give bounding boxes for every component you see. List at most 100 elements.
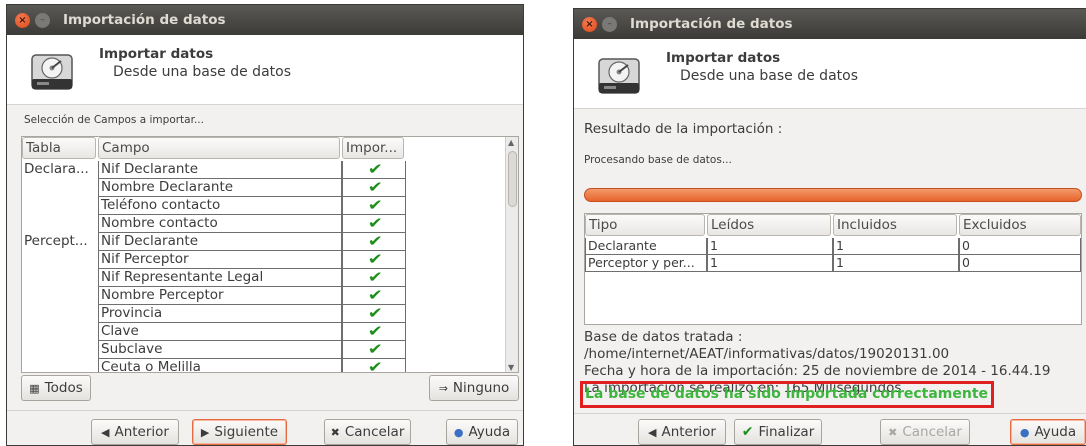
cell-tipo[interactable]: Perceptor y per... (585, 255, 707, 272)
import-datetime: Fecha y hora de la importación: 25 de no… (584, 363, 1051, 379)
cell-tabla (22, 251, 98, 269)
import-dialog-fields: × – Importación de datos Importar datos … (6, 4, 524, 446)
header-title: Importar datos (666, 50, 781, 66)
arrow-left-icon: ◀ (648, 425, 657, 439)
cell-tabla (22, 323, 98, 341)
column-header-tabla[interactable]: Tabla (22, 137, 96, 159)
cancel-icon: ✖ (330, 425, 340, 439)
import-checkbox[interactable]: ✔ (342, 341, 406, 359)
cell-leidos[interactable]: 1 (707, 238, 833, 255)
column-header-incluidos[interactable]: Incluidos (833, 214, 957, 236)
column-header-importar[interactable]: Impor... (342, 137, 404, 159)
window-title: Importación de datos (630, 16, 793, 32)
cell-campo[interactable]: Nif Declarante (98, 233, 342, 251)
cell-campo[interactable]: Ceuta o Melilla (98, 359, 342, 372)
cell-excluidos[interactable]: 0 (959, 255, 1081, 272)
scroll-up-icon[interactable]: ▲ (508, 138, 514, 147)
cell-campo[interactable]: Nombre Declarante (98, 179, 342, 197)
finish-button[interactable]: ✔ Finalizar (734, 419, 822, 445)
cell-tabla: Percept... (24, 233, 88, 249)
minimize-icon[interactable]: – (35, 12, 50, 28)
cell-campo[interactable]: Nif Declarante (98, 161, 342, 179)
previous-button[interactable]: ◀ Anterior (91, 419, 179, 445)
db-label: Base de datos tratada : (584, 329, 743, 345)
cell-tabla (22, 179, 98, 197)
import-checkbox[interactable]: ✔ (342, 197, 406, 215)
select-none-button[interactable]: ⇒ Ninguno (429, 375, 519, 401)
import-checkbox[interactable]: ✔ (342, 215, 406, 233)
import-checkbox[interactable]: ✔ (342, 323, 406, 341)
vertical-scrollbar[interactable]: ▲ ▼ (505, 137, 518, 372)
next-label: Siguiente (214, 424, 279, 440)
import-checkbox[interactable]: ✔ (342, 287, 406, 305)
help-label: Ayuda (468, 424, 511, 440)
select-all-label: Todos (44, 380, 83, 396)
cancel-button[interactable]: ✖ Cancelar (880, 419, 970, 445)
next-button[interactable]: ▶ Siguiente (192, 419, 287, 445)
cell-incluidos[interactable]: 1 (833, 238, 959, 255)
cell-excluidos[interactable]: 0 (959, 238, 1081, 255)
column-header-leidos[interactable]: Leídos (707, 214, 831, 236)
hard-drive-icon (31, 54, 73, 90)
close-icon[interactable]: × (15, 12, 30, 28)
import-checkbox[interactable]: ✔ (342, 251, 406, 269)
cell-incluidos[interactable]: 1 (833, 255, 959, 272)
cell-campo[interactable]: Nif Representante Legal (98, 269, 342, 287)
import-checkbox[interactable]: ✔ (342, 359, 406, 373)
checkmark-icon: ✔ (367, 287, 383, 304)
dialog-header: Importar datos Desde una base de datos (574, 39, 1086, 109)
select-all-button[interactable]: ▦ Todos (21, 375, 91, 401)
cancel-label: Cancelar (344, 424, 405, 440)
title-bar: × – Importación de datos (574, 9, 1086, 39)
checkmark-icon: ✔ (367, 323, 383, 340)
import-checkbox[interactable]: ✔ (342, 233, 406, 251)
cell-campo[interactable]: Subclave (98, 341, 342, 359)
help-icon: ● (1019, 425, 1030, 439)
column-header-campo[interactable]: Campo (98, 137, 340, 159)
cell-campo[interactable]: Nombre contacto (98, 215, 342, 233)
cell-campo[interactable]: Nombre Perceptor (98, 287, 342, 305)
import-dialog-result: × – Importación de datos Importar datos … (573, 8, 1086, 446)
arrow-right-icon: ▶ (200, 425, 210, 439)
arrow-left-icon: ◀ (101, 425, 110, 439)
cell-tipo[interactable]: Declarante (585, 238, 707, 255)
check-icon: ✔ (741, 424, 754, 440)
select-none-label: Ninguno (452, 380, 510, 396)
import-checkbox[interactable]: ✔ (342, 269, 406, 287)
cell-campo[interactable]: Clave (98, 323, 342, 341)
scroll-thumb[interactable] (508, 151, 517, 207)
column-header-excluidos[interactable]: Excluidos (959, 214, 1081, 236)
header-title: Importar datos (99, 46, 214, 62)
checkmark-icon: ✔ (367, 341, 383, 358)
minimize-icon[interactable]: – (602, 16, 617, 32)
divider (7, 410, 523, 411)
success-message: La base de datos ha sido importada corre… (585, 386, 989, 402)
import-checkbox[interactable]: ✔ (342, 179, 406, 197)
close-icon[interactable]: × (582, 16, 597, 32)
help-button[interactable]: ● Ayuda (446, 419, 518, 445)
window-title: Importación de datos (63, 12, 226, 28)
checkmark-icon: ✔ (367, 197, 383, 214)
divider (574, 413, 1086, 414)
title-bar: × – Importación de datos (7, 5, 523, 35)
column-header-tipo[interactable]: Tipo (585, 214, 705, 236)
checkmark-icon: ✔ (367, 161, 383, 178)
checkmark-icon: ✔ (367, 359, 383, 373)
cell-leidos[interactable]: 1 (707, 255, 833, 272)
result-label: Resultado de la importación : (584, 121, 783, 137)
cell-campo[interactable]: Nif Perceptor (98, 251, 342, 269)
cell-campo[interactable]: Provincia (98, 305, 342, 323)
scroll-down-icon[interactable]: ▼ (508, 363, 514, 372)
cell-tabla (22, 359, 98, 372)
result-table[interactable]: Tipo Leídos Incluidos Excluidos Declaran… (584, 213, 1082, 325)
fields-table[interactable]: Tabla Campo Impor... Declara... Nif Decla… (21, 136, 519, 373)
cancel-button[interactable]: ✖ Cancelar (324, 419, 411, 445)
cell-campo[interactable]: Teléfono contacto (98, 197, 342, 215)
previous-label: Anterior (661, 424, 716, 440)
import-checkbox[interactable]: ✔ (342, 305, 406, 323)
previous-button[interactable]: ◀ Anterior (638, 419, 726, 445)
cancel-label: Cancelar (902, 424, 962, 440)
help-button[interactable]: ● Ayuda (1010, 419, 1086, 445)
import-checkbox[interactable]: ✔ (342, 161, 406, 179)
checkmark-icon: ✔ (367, 179, 383, 196)
